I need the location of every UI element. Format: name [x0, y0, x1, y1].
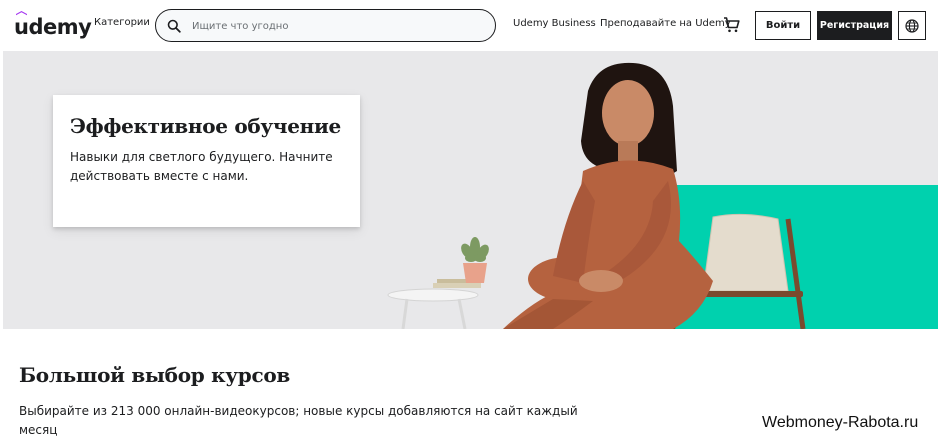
signup-button[interactable]: Регистрация — [817, 11, 892, 40]
courses-section-text: Выбирайте из 213 000 онлайн-видеокурсов;… — [19, 404, 578, 437]
udemy-business-link[interactable]: Udemy Business — [513, 18, 596, 29]
hero-illustration — [387, 62, 806, 329]
watermark-text: Webmoney-Rabota.ru — [762, 414, 919, 431]
cart-icon[interactable] — [723, 16, 741, 34]
search-icon[interactable] — [167, 19, 181, 33]
top-navigation-bar: udemy Категории Udemy Business Преподава… — [0, 0, 940, 50]
categories-link[interactable]: Категории — [94, 17, 150, 28]
hero-title: Эффективное обучение — [70, 114, 341, 138]
language-button[interactable] — [898, 11, 926, 40]
globe-icon — [905, 18, 919, 33]
search-input[interactable] — [192, 17, 482, 35]
hero-banner: Эффективное обучение Навыки для светлого… — [3, 51, 938, 329]
login-button[interactable]: Войти — [755, 11, 811, 40]
udemy-logo[interactable]: udemy — [14, 9, 92, 39]
logo-text: udemy — [14, 15, 92, 39]
hero-subtitle: Навыки для светлого будущего. Начните де… — [70, 150, 333, 183]
courses-section-title: Большой выбор курсов — [19, 363, 290, 387]
logo-hat-icon — [16, 11, 27, 16]
search-bar — [155, 9, 496, 42]
teach-on-udemy-link[interactable]: Преподавайте на Udemy — [600, 18, 731, 29]
hero-card: Эффективное обучение Навыки для светлого… — [53, 95, 360, 227]
